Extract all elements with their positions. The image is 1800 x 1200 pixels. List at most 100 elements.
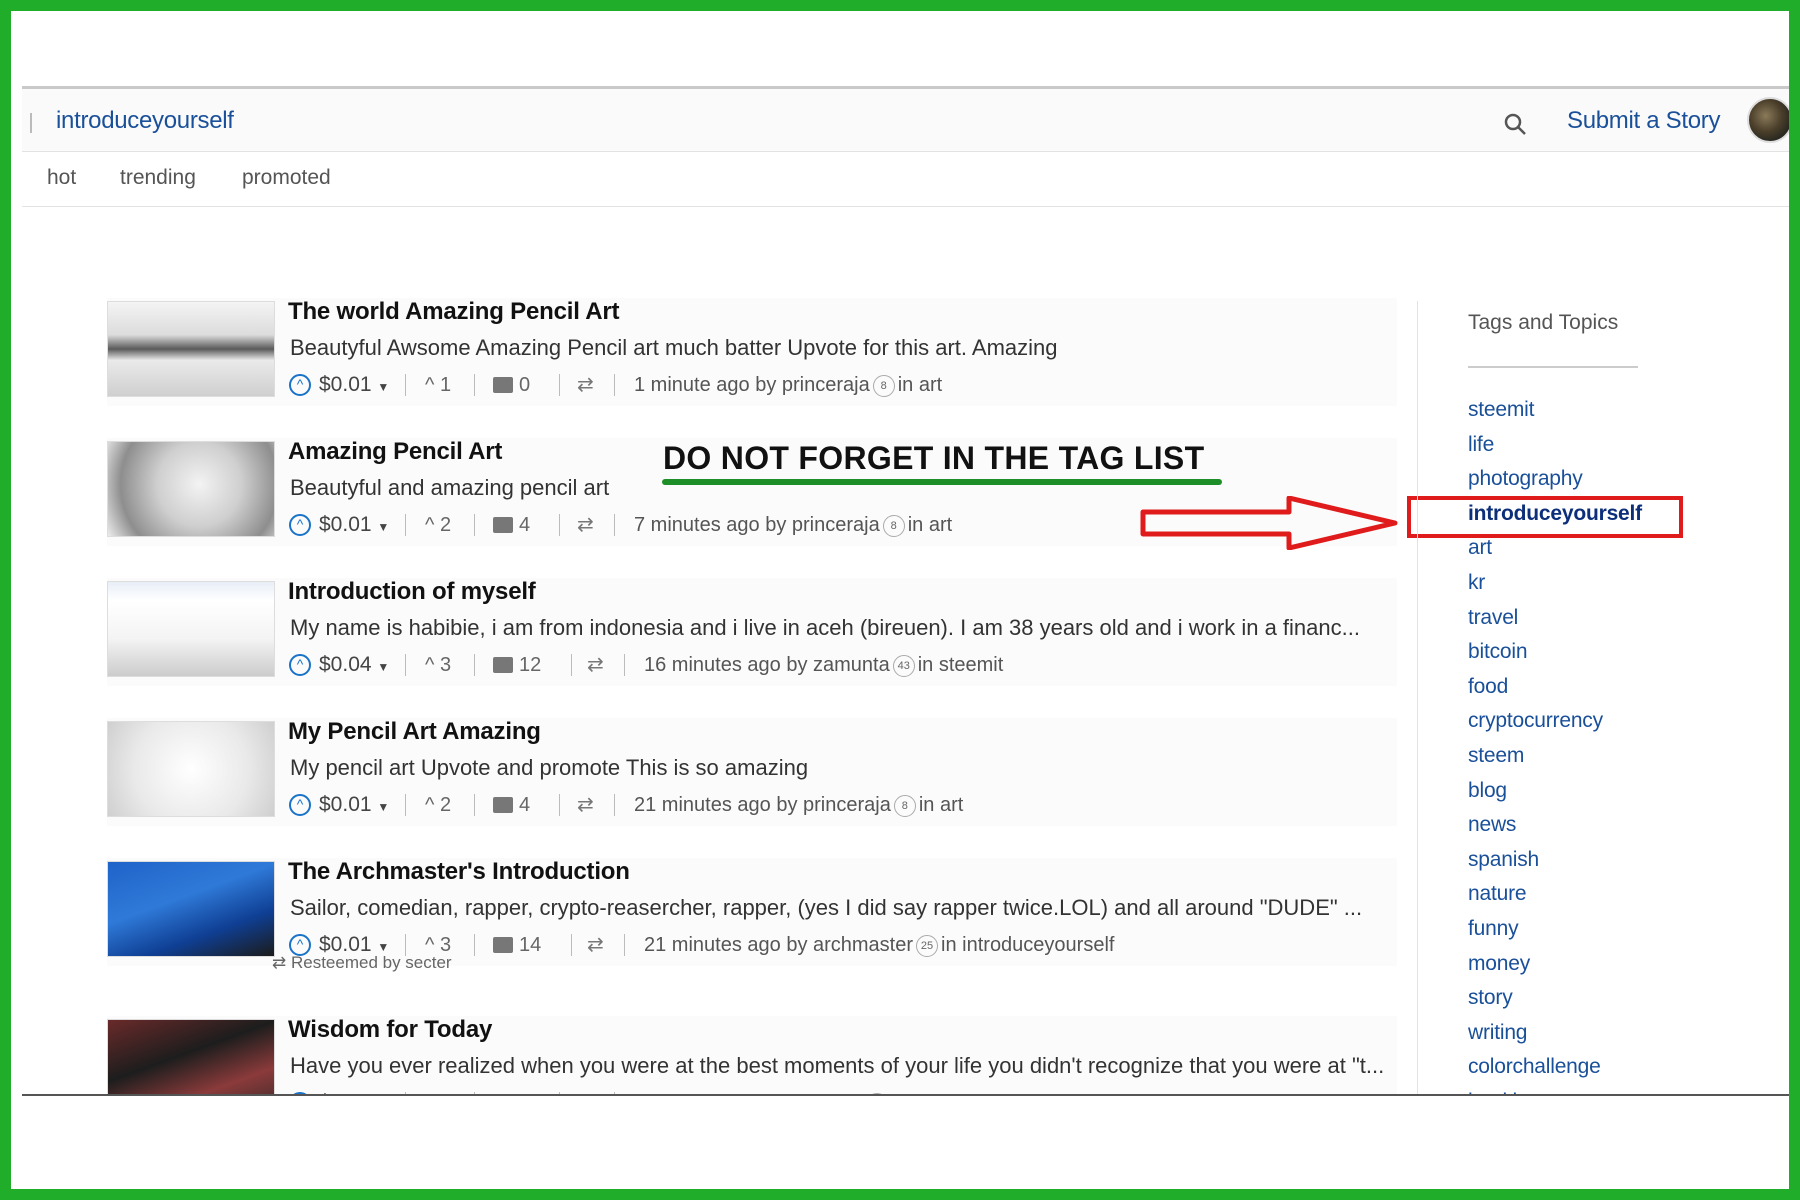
baby-sketch-thumbnail[interactable] [107, 441, 275, 537]
chevron-down-icon: ▼ [377, 520, 390, 534]
sidebar-tag-travel[interactable]: travel [1468, 606, 1518, 630]
chevron-down-icon: ▼ [377, 940, 390, 954]
search-icon[interactable] [1502, 111, 1528, 137]
sidebar-tag-blog[interactable]: blog [1468, 779, 1507, 803]
tab-trending[interactable]: trending [120, 166, 196, 190]
sidebar-tag-spanish[interactable]: spanish [1468, 848, 1539, 872]
sidebar-tag-cryptocurrency[interactable]: cryptocurrency [1468, 709, 1603, 733]
sidebar-tag-money[interactable]: money [1468, 952, 1530, 976]
post-category[interactable]: in steemit [918, 654, 1004, 676]
comment-count[interactable]: 12 [519, 650, 541, 680]
post-excerpt[interactable]: Have you ever realized when you were at … [290, 1053, 1390, 1079]
sidebar-tag-funny[interactable]: funny [1468, 917, 1519, 941]
reputation-badge: 25 [916, 934, 939, 957]
vote-count[interactable]: ^ 2 [425, 510, 451, 540]
resteemed-by-label: ⇄ Resteemed by secter [272, 953, 452, 972]
post-item[interactable]: Wisdom for Today Have you ever realized … [107, 1016, 1397, 1096]
chevron-down-icon: ▼ [377, 800, 390, 814]
post-item[interactable]: The Archmaster's Introduction Sailor, co… [107, 858, 1397, 966]
post-category[interactable]: in art [898, 374, 942, 396]
post-byline: 7 minutes ago by princeraja 8 in art [634, 514, 953, 537]
comment-count[interactable]: 4 [519, 510, 530, 540]
tab-promoted[interactable]: promoted [242, 166, 331, 190]
post-item[interactable]: My Pencil Art Amazing My pencil art Upvo… [107, 718, 1397, 826]
top-header: introduceyourself Submit a Story [22, 89, 1789, 152]
vote-count[interactable]: ^ 1 [425, 370, 451, 400]
post-title[interactable]: Amazing Pencil Art [288, 438, 502, 466]
upvote-icon[interactable]: ^ [289, 654, 311, 676]
resteem-icon: ⇄ [272, 953, 291, 972]
resteem-icon[interactable]: ⇄ [577, 790, 594, 820]
post-category[interactable]: in art [908, 514, 952, 536]
post-category[interactable]: in art [919, 794, 963, 816]
post-title[interactable]: My Pencil Art Amazing [288, 718, 541, 746]
post-excerpt[interactable]: My pencil art Upvote and promote This is… [290, 755, 1390, 781]
comment-count[interactable]: 14 [519, 930, 541, 960]
sidebar-tag-life[interactable]: life [1468, 433, 1494, 457]
sidebar-tag-steem[interactable]: steem [1468, 744, 1524, 768]
sidebar-tag-news[interactable]: news [1468, 813, 1516, 837]
sidebar-tag-art[interactable]: art [1468, 536, 1492, 560]
sidebar-tag-nature[interactable]: nature [1468, 882, 1527, 906]
post-title[interactable]: The Archmaster's Introduction [288, 858, 630, 886]
sidebar-tag-colorchallenge[interactable]: colorchallenge [1468, 1055, 1601, 1079]
post-title[interactable]: The world Amazing Pencil Art [288, 298, 620, 326]
comments-icon[interactable] [493, 657, 513, 673]
wisdom-thumbnail[interactable] [107, 1019, 275, 1096]
upvote-icon[interactable]: ^ [289, 514, 311, 536]
resteem-icon[interactable]: ⇄ [577, 370, 594, 400]
comments-icon[interactable] [493, 377, 513, 393]
sidebar-tag-introduceyourself[interactable]: introduceyourself [1468, 502, 1642, 526]
document-thumbnail[interactable] [107, 581, 275, 677]
post-item[interactable]: The world Amazing Pencil Art Beautyful A… [107, 298, 1397, 406]
upvote-icon[interactable]: ^ [289, 374, 311, 396]
sidebar-tag-writing[interactable]: writing [1468, 1021, 1527, 1045]
sidebar-tag-food[interactable]: food [1468, 675, 1508, 699]
sidebar-tag-photography[interactable]: photography [1468, 467, 1583, 491]
post-title[interactable]: Wisdom for Today [288, 1016, 492, 1044]
resteem-icon[interactable]: ⇄ [587, 930, 604, 960]
annotation-text: DO NOT FORGET IN THE TAG LIST [663, 440, 1205, 476]
chevron-down-icon: ▼ [377, 380, 390, 394]
screenshot: introduceyourself Submit a Story hot tre… [22, 86, 1789, 1096]
reputation-badge: 8 [872, 374, 895, 397]
comments-icon[interactable] [493, 517, 513, 533]
reputation-badge: 8 [893, 794, 916, 817]
current-tag-link[interactable]: introduceyourself [56, 107, 234, 135]
payout-value[interactable]: $0.01 ▼ [319, 510, 389, 542]
comments-icon[interactable] [493, 937, 513, 953]
post-excerpt[interactable]: Beautyful Awsome Amazing Pencil art much… [290, 335, 1390, 361]
eye-sketch-thumbnail[interactable] [107, 301, 275, 397]
post-excerpt[interactable]: Sailor, comedian, rapper, crypto-reaserc… [290, 895, 1390, 921]
upvote-icon[interactable]: ^ [289, 794, 311, 816]
submit-story-button[interactable]: Submit a Story [1567, 107, 1721, 135]
payout-value[interactable]: $0.01 ▼ [319, 370, 389, 402]
sidebar-tag-steemit[interactable]: steemit [1468, 398, 1534, 422]
comment-count[interactable]: 0 [519, 370, 530, 400]
comments-icon[interactable] [493, 797, 513, 813]
portrait-sketch-thumbnail[interactable] [107, 721, 275, 817]
vote-count[interactable]: ^ 2 [425, 790, 451, 820]
sidebar-tag-bitcoin[interactable]: bitcoin [1468, 640, 1528, 664]
post-category[interactable]: in introduceyourself [941, 934, 1114, 956]
post-byline: 21 minutes ago by archmaster 25 in introdu… [644, 934, 1115, 957]
post-title[interactable]: Introduction of myself [288, 578, 536, 606]
payout-value[interactable]: $0.04 ▼ [319, 650, 389, 682]
green-frame: introduceyourself Submit a Story hot tre… [0, 0, 1800, 1200]
vote-caret-icon: ^ [425, 794, 440, 816]
sort-tabs: hot trending promoted [22, 152, 1789, 207]
post-excerpt[interactable]: My name is habibie, i am from indonesia … [290, 615, 1390, 641]
resteem-icon[interactable]: ⇄ [587, 650, 604, 680]
user-avatar[interactable] [1747, 97, 1789, 143]
post-byline: 21 minutes ago by princeraja 8 in art [634, 794, 964, 817]
payout-value[interactable]: $0.01 ▼ [319, 790, 389, 822]
resteem-icon[interactable]: ⇄ [577, 510, 594, 540]
sidebar-tag-story[interactable]: story [1468, 986, 1513, 1010]
sidebar-tag-kr[interactable]: kr [1468, 571, 1485, 595]
tab-hot[interactable]: hot [47, 166, 76, 190]
vote-count[interactable]: ^ 3 [425, 650, 451, 680]
post-item[interactable]: Introduction of myself My name is habibi… [107, 578, 1397, 686]
archmaster-thumbnail[interactable] [107, 861, 275, 957]
reputation-badge: 43 [892, 654, 915, 677]
comment-count[interactable]: 4 [519, 790, 530, 820]
